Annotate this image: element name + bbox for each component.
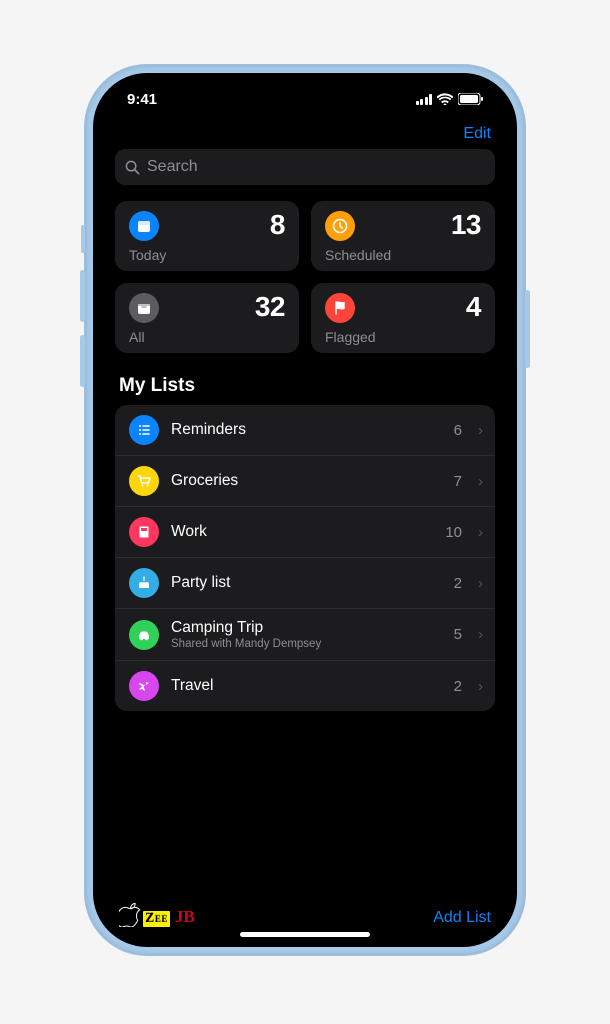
card-flagged[interactable]: 4 Flagged [311,283,495,353]
list-icon [129,415,159,445]
flag-icon [325,293,355,323]
cart-icon [129,466,159,496]
summary-grid: 8 Today 13 Scheduled [115,201,495,353]
search-input[interactable] [147,158,485,176]
apple-icon [119,901,141,927]
volume-up-button [80,270,85,322]
card-scheduled-label: Scheduled [325,247,481,263]
card-flagged-label: Flagged [325,329,481,345]
inbox-icon [129,293,159,323]
list-count: 6 [454,422,462,439]
chevron-right-icon: › [478,524,483,541]
list-reminders[interactable]: Reminders 6 › [115,405,495,456]
card-flagged-count: 4 [466,293,481,321]
card-today[interactable]: 8 Today [115,201,299,271]
add-list-button[interactable]: Add List [433,909,491,927]
list-count: 2 [454,678,462,695]
card-today-label: Today [129,247,285,263]
watermark-logo: ZEE JB [119,901,195,927]
status-indicators [416,93,484,105]
chevron-right-icon: › [478,575,483,592]
chevron-right-icon: › [478,473,483,490]
footer: ZEE JB Add List [97,901,513,927]
status-bar: 9:41 [97,77,513,121]
list-work[interactable]: Work 10 › [115,507,495,558]
list-count: 10 [445,524,462,541]
volume-down-button [80,335,85,387]
list-title: Travel [171,677,442,695]
screen: 9:41 Edit [97,77,513,943]
home-indicator[interactable] [240,932,370,937]
battery-icon [458,93,483,105]
card-all[interactable]: 32 All [115,283,299,353]
chevron-right-icon: › [478,422,483,439]
cellular-icon [416,94,433,105]
lists-panel: Reminders 6 › Groceries 7 › [115,405,495,711]
list-groceries[interactable]: Groceries 7 › [115,456,495,507]
list-title: Groceries [171,472,442,490]
status-time: 9:41 [127,91,157,108]
list-title: Party list [171,574,442,592]
watermark-jb: JB [175,907,195,927]
list-title: Reminders [171,421,442,439]
chevron-right-icon: › [478,626,483,643]
list-title: Work [171,523,433,541]
chevron-right-icon: › [478,678,483,695]
plane-icon [129,671,159,701]
search-icon [125,160,140,175]
section-title: My Lists [119,375,491,397]
list-count: 2 [454,575,462,592]
card-scheduled-count: 13 [451,211,481,239]
mute-switch [81,225,85,253]
wifi-icon [437,93,453,105]
list-camping[interactable]: Camping Trip Shared with Mandy Dempsey 5… [115,609,495,661]
search-field[interactable] [115,149,495,185]
edit-button[interactable]: Edit [463,125,491,143]
power-button [525,290,530,368]
book-icon [129,517,159,547]
phone-frame: 9:41 Edit [85,65,525,955]
card-scheduled[interactable]: 13 Scheduled [311,201,495,271]
watermark-zee: ZEE [143,911,170,927]
card-all-label: All [129,329,285,345]
list-travel[interactable]: Travel 2 › [115,661,495,711]
card-today-count: 8 [270,211,285,239]
list-count: 7 [454,473,462,490]
list-count: 5 [454,626,462,643]
card-all-count: 32 [255,293,285,321]
list-title: Camping Trip [171,619,442,637]
car-icon [129,620,159,650]
list-subtitle: Shared with Mandy Dempsey [171,638,442,650]
calendar-icon [129,211,159,241]
clock-icon [325,211,355,241]
nav-bar: Edit [97,121,513,149]
list-party[interactable]: Party list 2 › [115,558,495,609]
cake-icon [129,568,159,598]
